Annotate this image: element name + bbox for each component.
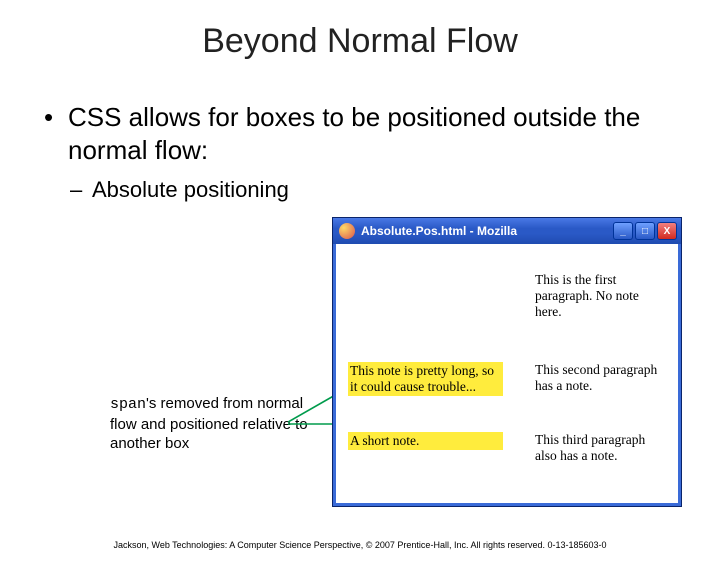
- paragraph-2: This second paragraph has a note.: [535, 362, 660, 394]
- bullet-level-1: CSS allows for boxes to be positioned ou…: [40, 101, 680, 166]
- paragraph-3: This third paragraph also has a note.: [535, 432, 660, 464]
- close-button[interactable]: X: [657, 222, 677, 240]
- footer-citation: Jackson, Web Technologies: A Computer Sc…: [0, 540, 720, 550]
- paragraph-1: This is the first paragraph. No note her…: [535, 272, 660, 321]
- browser-content: This is the first paragraph. No note her…: [333, 244, 681, 506]
- maximize-button[interactable]: □: [635, 222, 655, 240]
- note-span-2: A short note.: [348, 432, 503, 450]
- bullet-level-2: Absolute positioning: [40, 176, 680, 205]
- browser-window: Absolute.Pos.html - Mozilla _ □ X This i…: [332, 217, 682, 507]
- callout-text: span's removed from normal flow and posi…: [110, 394, 310, 454]
- callout-code-word: span: [110, 396, 146, 413]
- bullet-list: CSS allows for boxes to be positioned ou…: [40, 101, 680, 205]
- slide-title: Beyond Normal Flow: [0, 22, 720, 61]
- note-span-1: This note is pretty long, so it could ca…: [348, 362, 503, 396]
- window-titlebar: Absolute.Pos.html - Mozilla _ □ X: [333, 218, 681, 244]
- minimize-button[interactable]: _: [613, 222, 633, 240]
- window-buttons: _ □ X: [613, 222, 677, 240]
- window-title: Absolute.Pos.html - Mozilla: [361, 224, 607, 238]
- mozilla-icon: [339, 223, 355, 239]
